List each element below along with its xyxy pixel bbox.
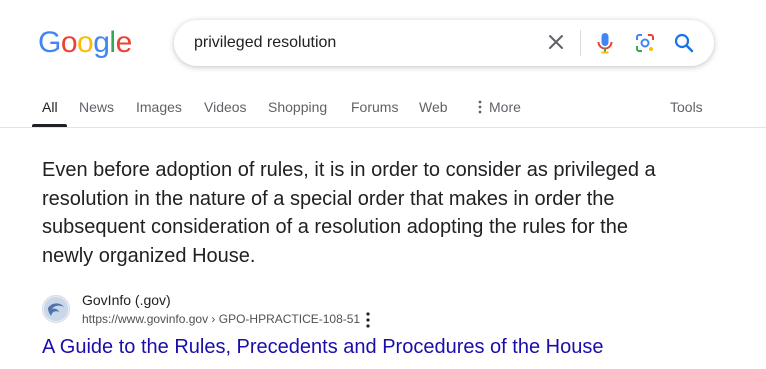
featured-snippet: Even before adoption of rules, it is in … — [42, 156, 722, 270]
logo-letter: g — [93, 26, 110, 59]
logo-letter: o — [60, 26, 78, 59]
tab-videos[interactable]: Videos — [204, 98, 247, 116]
govinfo-eagle-icon[interactable] — [42, 295, 70, 323]
tab-more[interactable]: More — [477, 98, 521, 116]
search-box[interactable]: privileged resolution — [174, 20, 714, 66]
tab-news[interactable]: News — [79, 98, 114, 116]
tab-forums[interactable]: Forums — [351, 98, 398, 116]
logo-letter: o — [77, 26, 94, 59]
search-divider — [580, 30, 581, 56]
snippet-line: subsequent consideration of a resolution… — [42, 216, 628, 238]
result-site-name[interactable]: GovInfo (.gov) — [82, 292, 171, 308]
tools-button[interactable]: Tools — [670, 98, 703, 116]
search-tabs: All News Images Videos Shopping Forums W… — [0, 98, 766, 128]
header-divider — [0, 127, 766, 128]
tab-web[interactable]: Web — [419, 98, 448, 116]
result-title-link[interactable]: A Guide to the Rules, Precedents and Pro… — [42, 336, 603, 359]
snippet-line: resolution in the nature of a special or… — [42, 187, 615, 210]
microphone-icon[interactable] — [594, 31, 616, 55]
search-input[interactable]: privileged resolution — [194, 34, 336, 52]
clear-icon[interactable] — [546, 32, 566, 52]
result-url[interactable]: https://www.govinfo.gov › GPO-HPRACTICE-… — [82, 312, 360, 326]
tab-all[interactable]: All — [42, 98, 58, 116]
logo-letter: G — [38, 26, 61, 59]
logo-letter: e — [115, 26, 133, 59]
vertical-dots-icon — [478, 100, 482, 114]
tab-more-label: More — [489, 99, 521, 115]
snippet-line: newly organized House. — [42, 244, 256, 267]
search-icon[interactable] — [673, 32, 695, 54]
google-lens-icon[interactable] — [634, 32, 656, 54]
tab-shopping[interactable]: Shopping — [268, 98, 327, 116]
more-options-icon[interactable] — [362, 311, 374, 329]
snippet-line: Even before adoption of rules, it is in … — [42, 159, 656, 181]
tab-images[interactable]: Images — [136, 98, 182, 116]
google-logo[interactable]: Google — [38, 28, 132, 58]
